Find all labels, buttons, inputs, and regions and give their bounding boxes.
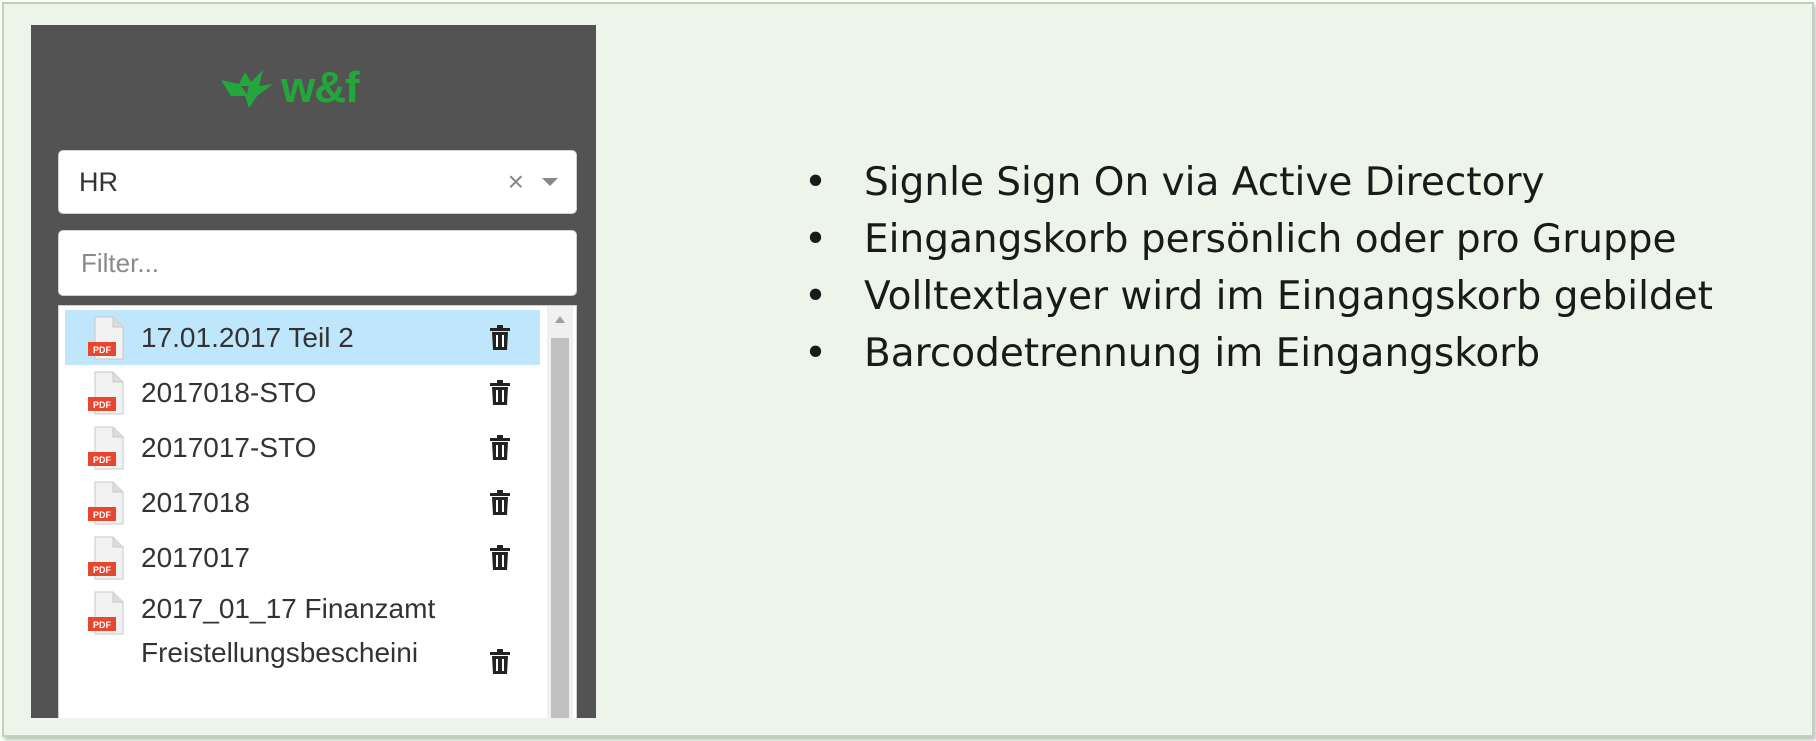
pdf-icon-label: PDF: [93, 565, 112, 575]
file-row[interactable]: PDF 2017017-STO: [65, 420, 540, 475]
file-row[interactable]: PDF 2017018: [65, 475, 540, 530]
file-row[interactable]: PDF 2017018-STO: [65, 365, 540, 420]
scrollbar[interactable]: [547, 306, 573, 718]
file-row[interactable]: PDF 17.01.2017 Teil 2: [65, 310, 540, 365]
chevron-down-icon[interactable]: [542, 178, 558, 186]
file-name: 2017017-STO: [141, 431, 317, 463]
file-rows: PDF 17.01.2017 Teil 2 PDF 2017018-STO PD…: [65, 310, 540, 718]
logo-text: w&f: [281, 63, 360, 112]
pdf-file-icon: PDF: [88, 481, 124, 524]
scroll-up-icon[interactable]: [555, 316, 565, 323]
group-select-value: HR: [79, 166, 118, 197]
filter-input[interactable]: [58, 230, 577, 296]
pdf-file-icon: PDF: [88, 536, 124, 579]
logo-bird-icon: [221, 70, 273, 108]
pdf-file-icon: PDF: [88, 371, 124, 414]
file-name: 2017018: [141, 486, 251, 518]
file-name: 2017018-STO: [141, 376, 317, 408]
feature-item: Signle Sign On via Active Directory: [804, 154, 1784, 211]
trash-icon[interactable]: [489, 434, 511, 461]
feature-list: Signle Sign On via Active Directory Eing…: [804, 154, 1784, 382]
group-select[interactable]: HR ×: [58, 150, 577, 214]
logo: w&f: [219, 53, 399, 123]
file-name: 2017_01_17 Finanzamt Freistellungsbesche…: [141, 593, 436, 668]
pdf-file-icon: PDF: [88, 591, 124, 635]
trash-icon[interactable]: [489, 489, 511, 516]
trash-icon[interactable]: [489, 649, 511, 675]
clear-selection-icon[interactable]: ×: [508, 166, 524, 198]
pdf-file-icon: PDF: [88, 316, 124, 359]
trash-icon[interactable]: [489, 324, 511, 351]
file-row[interactable]: PDF 2017_01_17 Finanzamt Freistellungsbe…: [65, 585, 540, 718]
file-name: 2017017: [141, 541, 251, 573]
file-name: 17.01.2017 Teil 2: [141, 321, 354, 353]
scroll-thumb[interactable]: [551, 338, 569, 718]
file-list: PDF 17.01.2017 Teil 2 PDF 2017018-STO PD…: [58, 305, 577, 718]
file-row[interactable]: PDF 2017017: [65, 530, 540, 585]
feature-item: Barcodetrennung im Eingangskorb: [804, 325, 1784, 382]
pdf-file-icon: PDF: [88, 426, 124, 469]
trash-icon[interactable]: [489, 544, 511, 571]
pdf-icon-label: PDF: [93, 510, 112, 520]
pdf-icon-label: PDF: [93, 620, 112, 630]
feature-item: Eingangskorb persönlich oder pro Gruppe: [804, 211, 1784, 268]
trash-icon[interactable]: [489, 379, 511, 406]
pdf-icon-label: PDF: [93, 345, 112, 355]
slide-frame: w&f HR × PDF 17.01.2017 Teil 2: [2, 2, 1814, 737]
pdf-icon-label: PDF: [93, 400, 112, 410]
pdf-icon-label: PDF: [93, 455, 112, 465]
app-panel: w&f HR × PDF 17.01.2017 Teil 2: [31, 25, 596, 718]
feature-item: Volltextlayer wird im Eingangskorb gebil…: [804, 268, 1784, 325]
